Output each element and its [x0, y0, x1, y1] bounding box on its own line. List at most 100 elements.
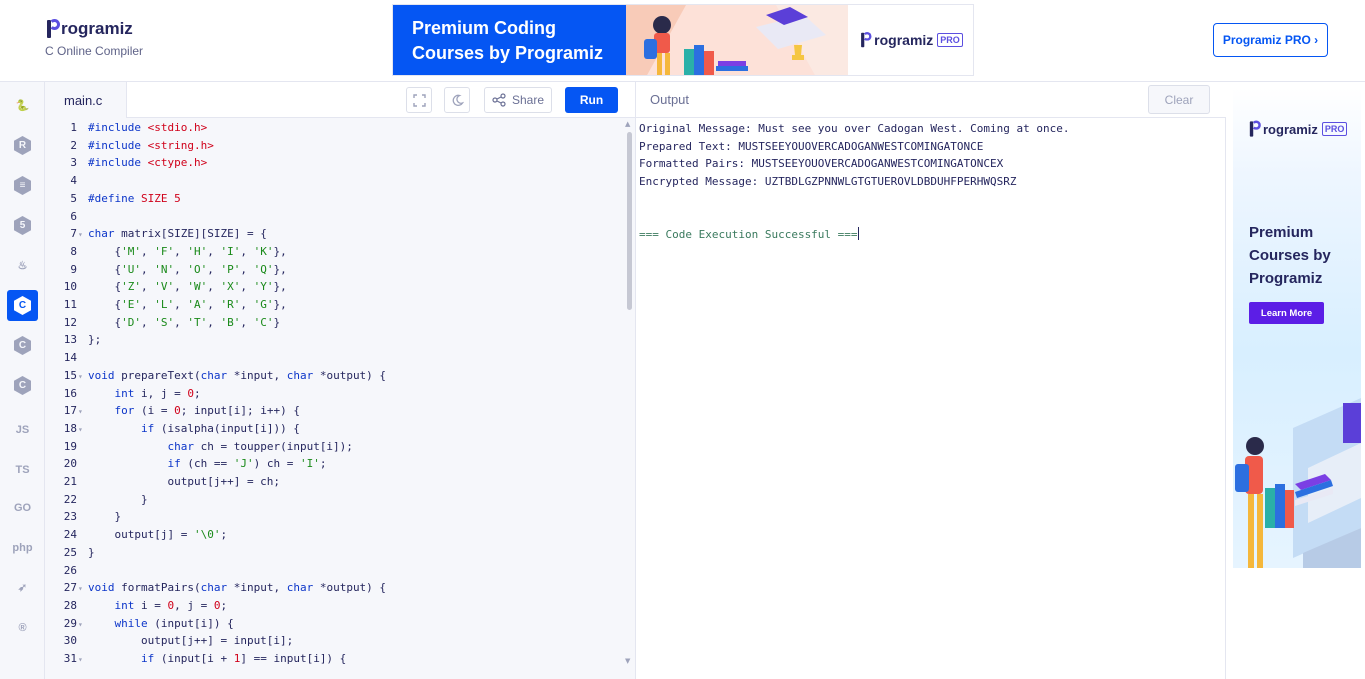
code-text: output[j] = '\0'; — [88, 528, 228, 542]
lang-r-icon[interactable]: R — [7, 130, 38, 161]
code-line[interactable]: 1 #include <stdio.h> — [45, 119, 625, 137]
code-line[interactable]: 3 #include <ctype.h> — [45, 154, 625, 172]
code-line[interactable]: 23 } — [45, 508, 625, 526]
code-line[interactable]: 17▾ for (i = 0; input[i]; i++) { — [45, 402, 625, 420]
code-line[interactable]: 31▾ if (input[i + 1] == input[i]) { — [45, 650, 625, 668]
code-line[interactable]: 27▾ void formatPairs(char *input, char *o… — [45, 579, 625, 597]
share-button[interactable]: Share — [484, 87, 552, 113]
code-text: while (input[i]) { — [114, 616, 234, 630]
code-text: char ch = toupper(input[i]); — [167, 439, 353, 453]
code-line[interactable]: 28 int i = 0, j = 0; — [45, 597, 625, 615]
code-line[interactable]: 22 } — [45, 491, 625, 509]
code-text: char matrix[SIZE][SIZE] = { — [88, 227, 267, 241]
editor-scrollbar[interactable] — [627, 132, 632, 310]
code-line[interactable]: 15▾ void prepareText(char *input, char *o… — [45, 367, 625, 385]
lang-swift-icon[interactable]: ➶ — [7, 572, 38, 603]
lang-typescript-icon[interactable]: TS — [7, 454, 38, 485]
line-number: 31 — [63, 652, 77, 665]
code-text: if (ch == 'J') ch = 'I'; — [167, 457, 327, 471]
code-line[interactable]: 18▾ if (isalpha(input[i])) { — [45, 420, 625, 438]
run-button[interactable]: Run — [565, 87, 618, 113]
line-number: 9 — [70, 262, 77, 276]
code-line[interactable]: 10 {'Z', 'V', 'W', 'X', 'Y'}, — [45, 278, 625, 296]
programiz-logo[interactable]: rogramiz C Online Compiler — [45, 18, 143, 58]
output-console[interactable]: Original Message: Must see you over Cado… — [635, 118, 1226, 679]
line-number: 27 — [63, 581, 77, 595]
line-number: 24 — [63, 528, 77, 542]
lang-sql-icon[interactable]: ≡ — [7, 170, 38, 201]
code-line[interactable]: 12 {'D', 'S', 'T', 'B', 'C'} — [45, 314, 625, 332]
code-line[interactable]: 26 — [45, 562, 625, 580]
line-number: 17 — [63, 404, 77, 418]
fold-arrow-icon[interactable]: ▾ — [77, 226, 88, 244]
code-text: #include <ctype.h> — [88, 156, 208, 170]
code-text: {'Z', 'V', 'W', 'X', 'Y'}, — [88, 280, 287, 294]
code-text: #include <string.h> — [88, 138, 214, 152]
dark-mode-icon[interactable] — [444, 87, 470, 113]
banner-headline-line1: Premium Coding — [412, 18, 557, 38]
lang-python-icon[interactable]: 🐍 — [7, 90, 38, 121]
lang-csharp-icon[interactable]: C — [7, 370, 38, 401]
lang-php-icon[interactable]: php — [7, 532, 38, 563]
fullscreen-icon[interactable] — [406, 87, 432, 113]
file-tab-main-c[interactable]: main.c — [45, 82, 127, 118]
line-number: 12 — [63, 315, 77, 329]
lang-go-icon[interactable]: GO — [7, 492, 38, 523]
scroll-down-icon[interactable]: ▼ — [625, 657, 630, 665]
code-line[interactable]: 30 output[j++] = input[i]; — [45, 632, 625, 650]
code-line[interactable]: 11 {'E', 'L', 'A', 'R', 'G'}, — [45, 296, 625, 314]
code-line[interactable]: 21 output[j++] = ch; — [45, 473, 625, 491]
code-line[interactable]: 24 output[j] = '\0'; — [45, 526, 625, 544]
fold-arrow-icon[interactable]: ▾ — [77, 368, 88, 386]
line-number: 30 — [63, 634, 77, 648]
clear-button[interactable]: Clear — [1148, 85, 1210, 114]
scroll-up-icon[interactable]: ▲ — [625, 120, 630, 128]
code-line[interactable]: 2 #include <string.h> — [45, 137, 625, 155]
fold-arrow-icon[interactable]: ▾ — [77, 403, 88, 421]
code-line[interactable]: 25} — [45, 544, 625, 562]
fold-arrow-icon[interactable]: ▾ — [77, 616, 88, 634]
line-number: 4 — [70, 174, 77, 188]
code-text: {'D', 'S', 'T', 'B', 'C'} — [88, 315, 281, 329]
code-line[interactable]: 19 char ch = toupper(input[i]); — [45, 438, 625, 456]
lang-html-icon[interactable]: 5 — [7, 210, 38, 241]
code-line[interactable]: 16 int i, j = 0; — [45, 385, 625, 403]
ad-banner[interactable]: Premium Coding Courses by Programiz rogr… — [392, 4, 974, 76]
line-number: 11 — [63, 298, 77, 311]
code-line[interactable]: 4 — [45, 172, 625, 190]
code-line[interactable]: 29▾ while (input[i]) { — [45, 615, 625, 633]
code-editor[interactable]: 1 #include <stdio.h> 2 #include <string.h> 3… — [45, 118, 635, 679]
code-text: } — [88, 492, 148, 506]
line-number: 28 — [63, 598, 77, 612]
code-line[interactable]: 13}; — [45, 331, 625, 349]
programiz-pro-button[interactable]: Programiz PRO › — [1213, 23, 1328, 57]
line-number: 20 — [63, 457, 77, 471]
code-line[interactable]: 6 — [45, 208, 625, 226]
code-line[interactable]: 14 — [45, 349, 625, 367]
code-line[interactable]: 7▾ char matrix[SIZE][SIZE] = { — [45, 225, 625, 243]
line-number: 21 — [63, 475, 77, 488]
line-number: 23 — [63, 510, 77, 524]
line-number: 22 — [63, 492, 77, 506]
fold-arrow-icon[interactable]: ▾ — [77, 580, 88, 598]
share-icon — [492, 93, 506, 107]
code-line[interactable]: 8 {'M', 'F', 'H', 'I', 'K'}, — [45, 243, 625, 261]
learn-more-button[interactable]: Learn More — [1249, 302, 1324, 324]
banner-pro-logo: rogramiz PRO — [858, 29, 963, 51]
code-line[interactable]: 9 {'U', 'N', 'O', 'P', 'Q'}, — [45, 261, 625, 279]
lang-c-icon[interactable]: C — [7, 290, 38, 321]
fold-arrow-icon[interactable]: ▾ — [77, 651, 88, 669]
side-ad-pro-badge: PRO — [1321, 122, 1348, 136]
lang-cpp-icon[interactable]: C — [7, 330, 38, 361]
lang-javascript-icon[interactable]: JS — [7, 414, 38, 445]
lang-rust-icon[interactable]: ® — [7, 612, 38, 643]
code-line[interactable]: 5 #define SIZE 5 — [45, 190, 625, 208]
side-ad[interactable]: rogramiz PRO Premium Courses by Programi… — [1233, 88, 1361, 568]
code-text: }; — [88, 333, 102, 347]
output-title: Output — [650, 92, 690, 107]
lang-java-icon[interactable]: ♨ — [7, 250, 38, 281]
fold-arrow-icon[interactable]: ▾ — [77, 421, 88, 439]
banner-brand-text: rogramiz — [874, 32, 934, 48]
output-line: Prepared Text: MUSTSEEYOUOVERCADOGANWEST… — [639, 139, 984, 153]
code-line[interactable]: 20 if (ch == 'J') ch = 'I'; — [45, 455, 625, 473]
